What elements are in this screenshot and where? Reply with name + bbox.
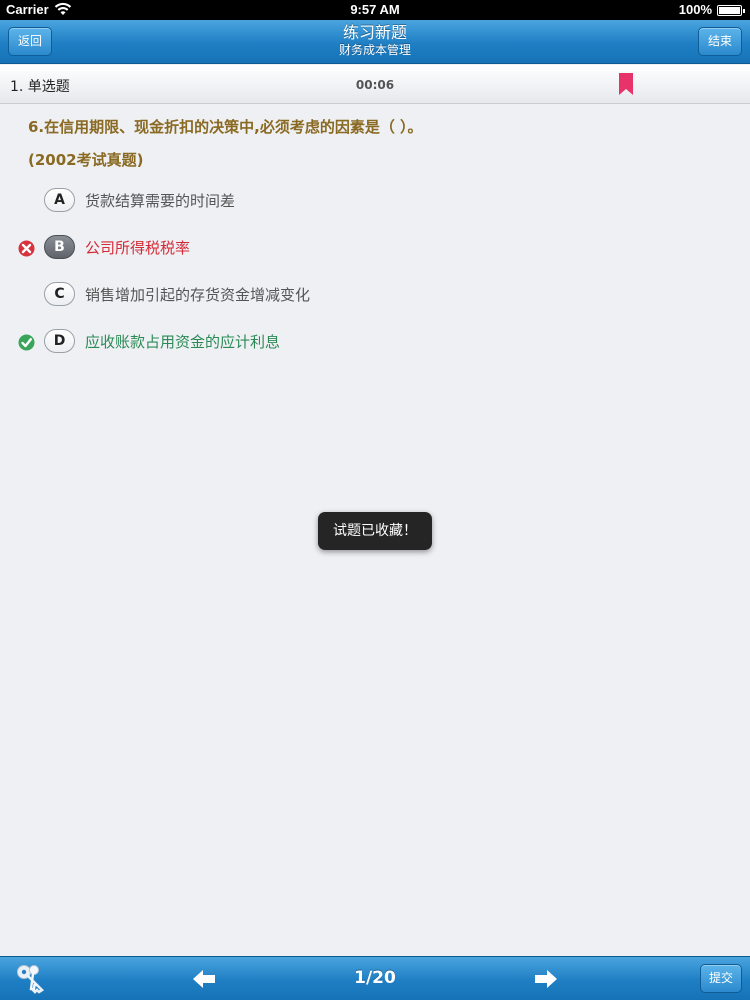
end-button[interactable]: 结束 — [697, 27, 742, 56]
question-source: (2002考试真题) — [28, 151, 144, 169]
bookmark-icon[interactable] — [619, 73, 633, 95]
option-text: 货款结算需要的时间差 — [85, 192, 236, 210]
check-mark-icon — [18, 334, 35, 351]
option-d[interactable]: D 应收账款占用资金的应计利息 — [0, 327, 750, 357]
battery-percent: 100% — [678, 2, 712, 17]
option-text: 销售增加引起的存货资金增减变化 — [85, 286, 311, 304]
wrong-mark-icon — [18, 240, 35, 257]
question-timer: 00:06 — [355, 78, 395, 92]
option-text: 公司所得税税率 — [85, 239, 191, 257]
question-text: 6.在信用期限、现金折扣的决策中,必须考虑的因素是（ ）。 — [28, 118, 423, 136]
question-header: 1. 单选题 00:06 — [0, 65, 750, 104]
page-title: 练习新题 — [342, 23, 407, 42]
page-subtitle: 财务成本管理 — [338, 43, 411, 57]
option-a[interactable]: A 货款结算需要的时间差 — [0, 186, 750, 216]
option-b[interactable]: B 公司所得税税率 — [0, 233, 750, 263]
toast-message: 试题已收藏！ — [318, 512, 432, 550]
option-letter-badge: B — [44, 235, 75, 259]
status-bar: Carrier 9:57 AM 100% — [0, 0, 750, 20]
option-c[interactable]: C 销售增加引起的存货资金增减变化 — [0, 280, 750, 310]
arrow-right-icon[interactable] — [533, 968, 559, 990]
clock: 9:57 AM — [350, 2, 400, 17]
nav-bar: 返回 练习新题 财务成本管理 结束 — [0, 20, 750, 64]
bottom-toolbar: 1/20 提交 — [0, 956, 750, 1000]
battery-icon — [717, 5, 745, 16]
option-letter-badge: D — [44, 329, 75, 353]
page-counter: 1/20 — [354, 968, 396, 988]
option-letter-badge: C — [44, 282, 75, 306]
option-letter-badge: A — [44, 188, 75, 212]
option-text: 应收账款占用资金的应计利息 — [85, 333, 281, 351]
submit-button[interactable]: 提交 — [699, 964, 742, 993]
